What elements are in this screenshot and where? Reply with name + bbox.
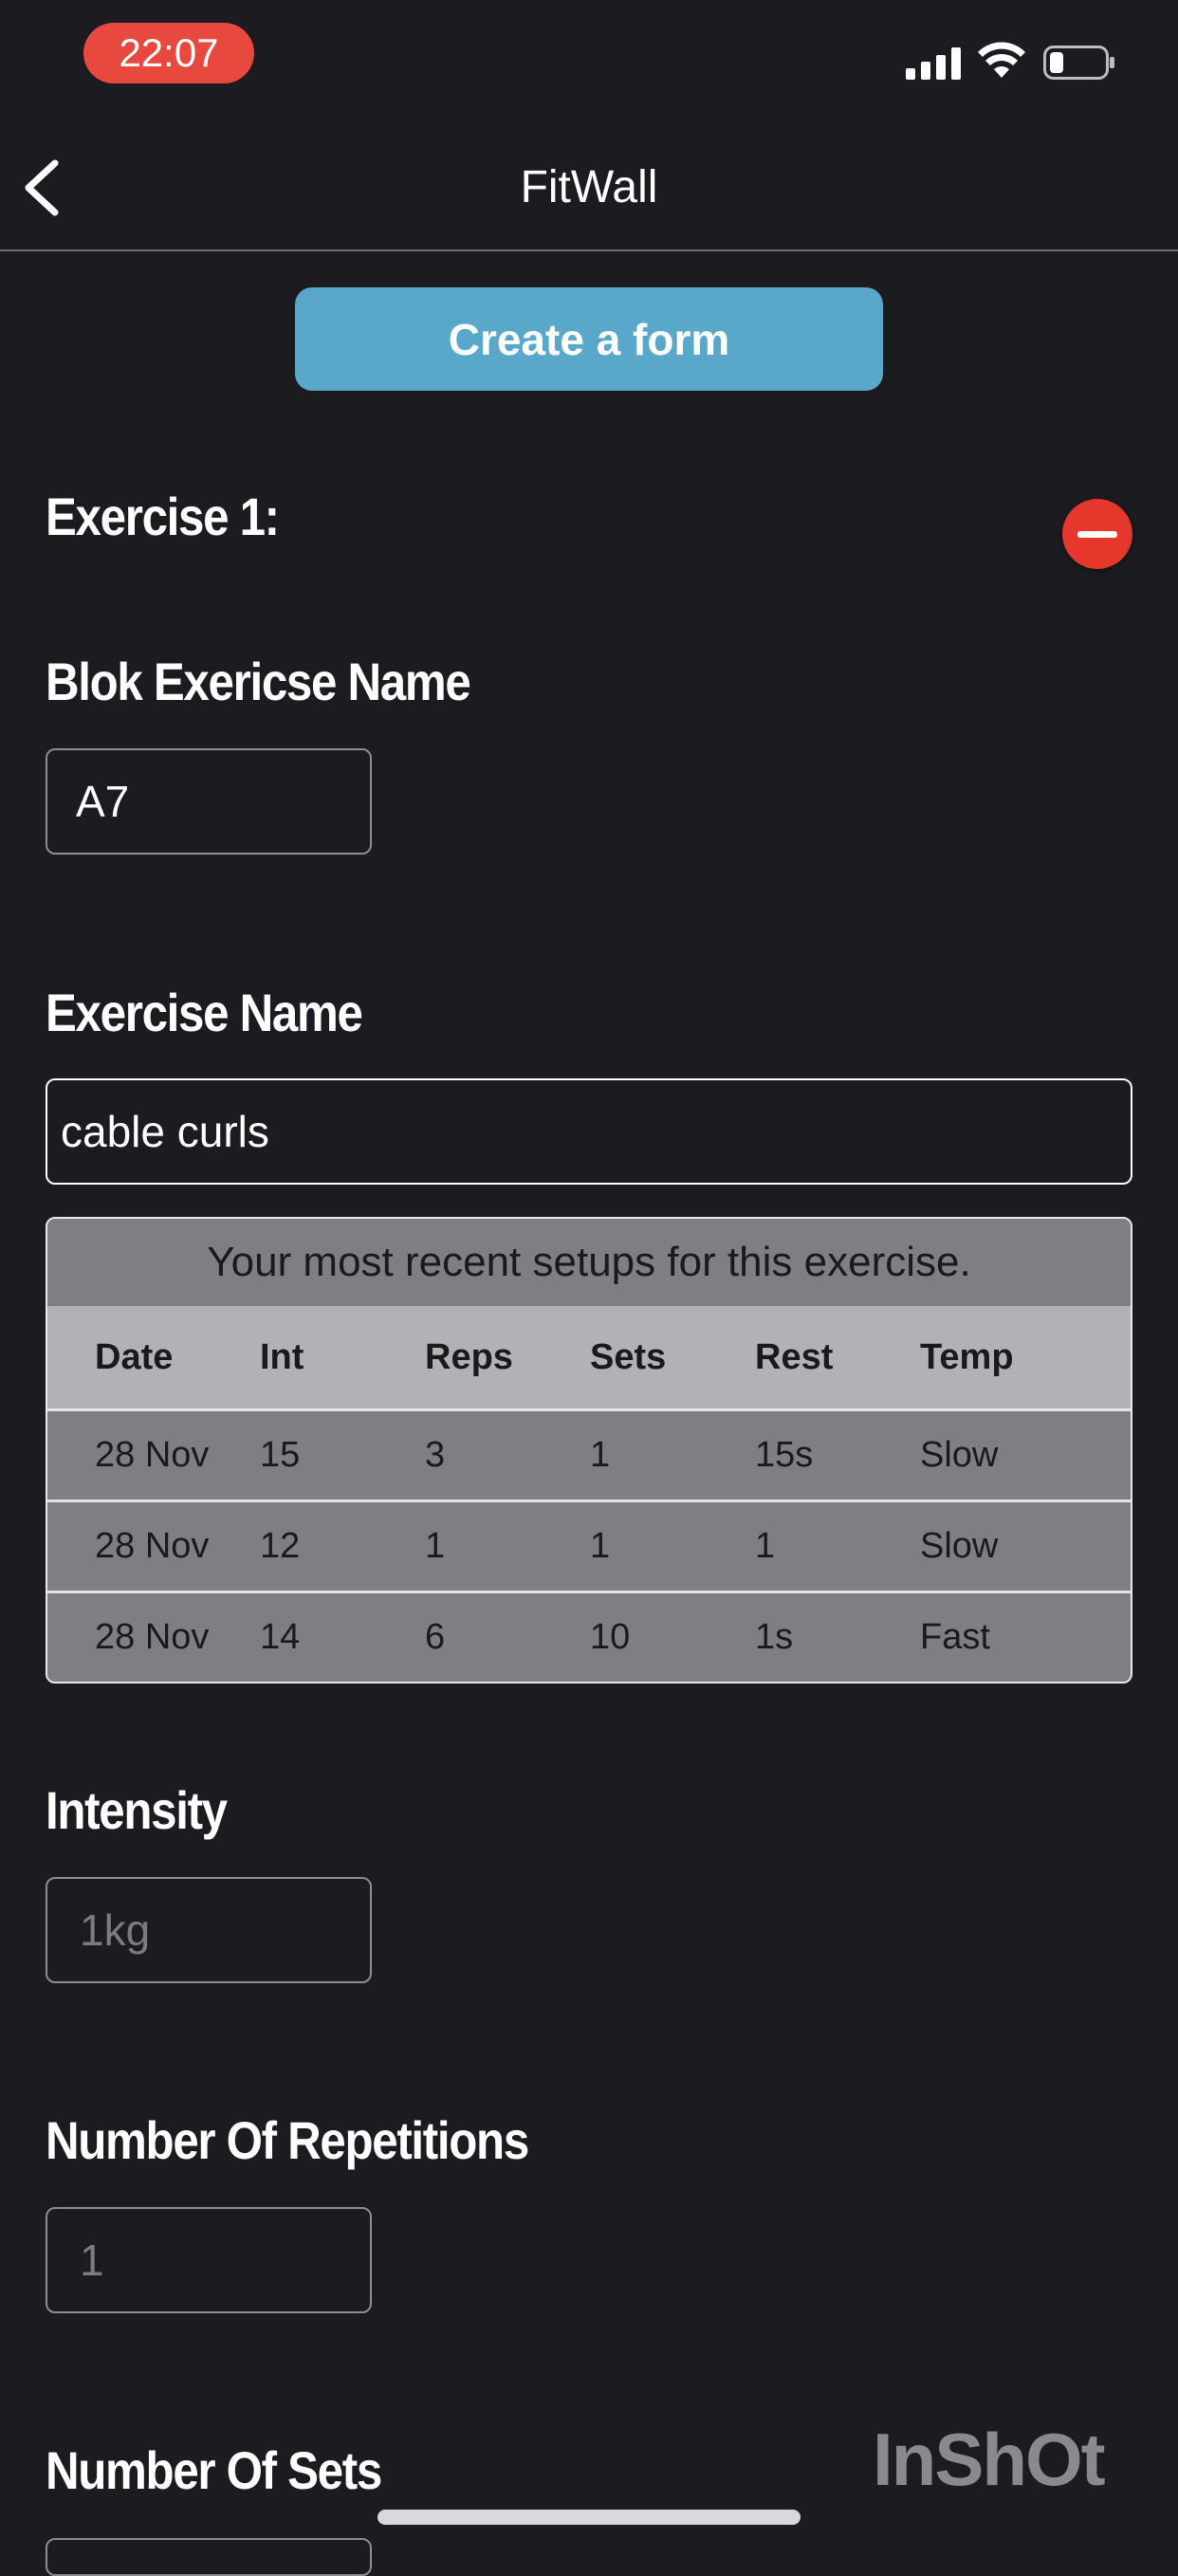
sets-input[interactable] (46, 2538, 372, 2576)
blok-exercise-name-input[interactable]: A7 (46, 748, 372, 855)
cell-reps: 1 (425, 1526, 446, 1566)
cell-temp: Fast (920, 1617, 990, 1657)
blok-exercise-name-label: Blok Exericse Name (46, 652, 471, 711)
recent-setups-table: Your most recent setups for this exercis… (46, 1217, 1132, 1684)
cell-date: 28 Nov (95, 1526, 210, 1566)
table-row: 28 Nov 12 1 1 1 Slow (47, 1502, 1131, 1593)
cell-int: 12 (260, 1526, 301, 1566)
cell-rest: 1s (755, 1617, 794, 1657)
home-indicator[interactable] (377, 2510, 801, 2525)
status-time: 22:07 (83, 23, 254, 83)
exercise-heading: Exercise 1: (46, 487, 280, 546)
cell-date: 28 Nov (95, 1435, 210, 1475)
cell-sets: 10 (590, 1617, 631, 1657)
column-header-sets: Sets (590, 1336, 667, 1377)
cell-temp: Slow (920, 1435, 999, 1475)
nav-divider (0, 249, 1178, 251)
sets-label: Number Of Sets (46, 2440, 382, 2500)
create-form-button[interactable]: Create a form (295, 287, 883, 391)
minus-icon (1077, 530, 1117, 538)
cell-temp: Slow (920, 1526, 999, 1566)
intensity-label: Intensity (46, 1780, 228, 1840)
cellular-signal-icon (906, 47, 961, 80)
table-caption: Your most recent setups for this exercis… (47, 1219, 1131, 1306)
watermark: InShOt (873, 2418, 1106, 2501)
exercise-name-input[interactable]: cable curls (46, 1078, 1132, 1185)
column-header-rest: Rest (755, 1336, 834, 1377)
cell-rest: 1 (755, 1526, 776, 1566)
column-header-temp: Temp (920, 1336, 1014, 1377)
table-row: 28 Nov 15 3 1 15s Slow (47, 1411, 1131, 1502)
cell-reps: 6 (425, 1617, 446, 1657)
wifi-icon (978, 42, 1025, 78)
repetitions-label: Number Of Repetitions (46, 2110, 529, 2170)
repetitions-input[interactable]: 1 (46, 2207, 372, 2313)
cell-sets: 1 (590, 1435, 611, 1475)
exercise-name-label: Exercise Name (46, 983, 363, 1042)
page-title: FitWall (520, 162, 658, 212)
remove-exercise-button[interactable] (1062, 499, 1132, 569)
column-header-reps: Reps (425, 1336, 513, 1377)
table-header-row: Date Int Reps Sets Rest Temp (47, 1306, 1131, 1411)
battery-icon (1043, 46, 1114, 80)
cell-date: 28 Nov (95, 1617, 210, 1657)
cell-int: 15 (260, 1435, 301, 1475)
column-header-int: Int (260, 1336, 304, 1377)
intensity-input[interactable]: 1kg (46, 1877, 372, 1983)
table-row: 28 Nov 14 6 10 1s Fast (47, 1593, 1131, 1682)
cell-reps: 3 (425, 1435, 446, 1475)
cell-rest: 15s (755, 1435, 814, 1475)
cell-sets: 1 (590, 1526, 611, 1566)
column-header-date: Date (95, 1336, 174, 1377)
cell-int: 14 (260, 1617, 301, 1657)
